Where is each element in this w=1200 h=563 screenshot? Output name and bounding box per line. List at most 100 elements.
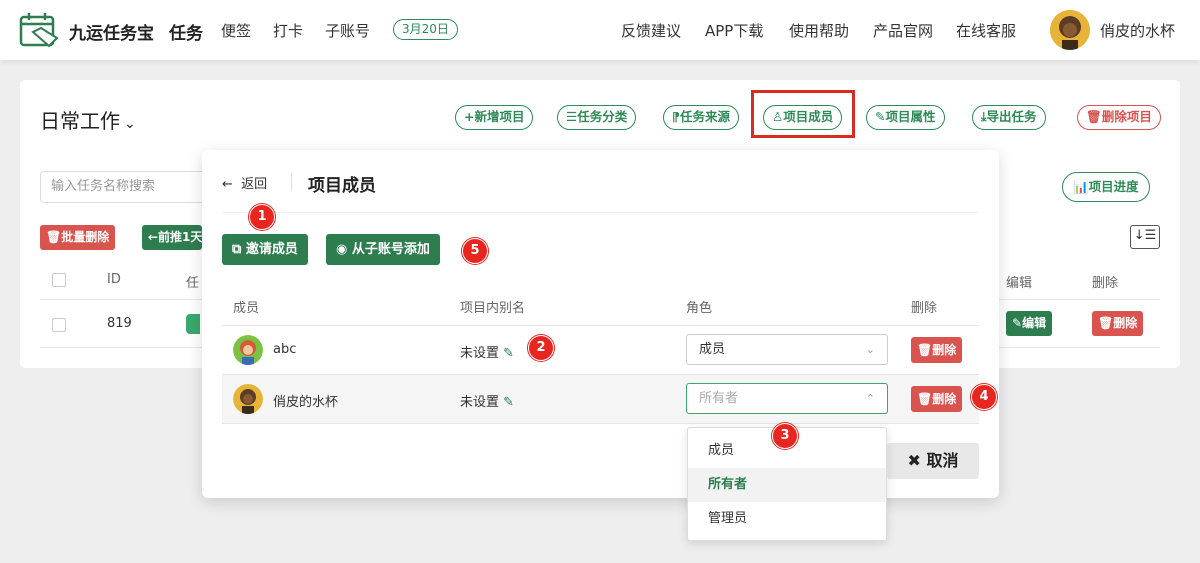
person-icon: ♙	[772, 109, 784, 124]
calendar-logo-icon[interactable]	[19, 12, 59, 48]
row-edit-label: 编辑	[1022, 316, 1047, 330]
back-label: 返回	[241, 177, 268, 192]
nav-app-download[interactable]: APP下载	[705, 20, 763, 41]
user-name[interactable]: 俏皮的水杯	[1100, 20, 1175, 41]
nav-task[interactable]: 任务	[169, 19, 203, 44]
edit-icon[interactable]: ✎	[503, 346, 514, 361]
trash-icon: 🗑	[46, 230, 62, 244]
th-task: 任	[186, 276, 200, 291]
share-icon: ⧉	[232, 242, 246, 257]
project-progress-label: 项目进度	[1088, 179, 1139, 194]
role-select-placeholder: 所有者	[699, 391, 739, 406]
nav-checkin[interactable]: 打卡	[273, 20, 303, 41]
edit-icon: ✎	[875, 109, 886, 124]
member-delete-label: 删除	[932, 392, 957, 406]
task-category-button[interactable]: ☰任务分类	[557, 105, 637, 130]
nav-feedback[interactable]: 反馈建议	[621, 20, 681, 41]
delete-project-label: 删除项目	[1101, 109, 1152, 124]
user-avatar[interactable]	[1050, 10, 1090, 50]
annotation-marker-2: 2	[528, 335, 554, 361]
back-link[interactable]: ← 返回	[222, 173, 267, 192]
close-icon: ✖	[907, 451, 927, 470]
new-project-button[interactable]: +新增项目	[455, 105, 534, 130]
cancel-button[interactable]: ✖ 取消	[887, 443, 979, 479]
trash-icon: 🗑	[917, 392, 933, 406]
add-from-subaccount-button[interactable]: ◉ 从子账号添加	[326, 234, 440, 265]
project-progress-button[interactable]: 📊项目进度	[1062, 172, 1150, 202]
task-source-button[interactable]: ⁋任务来源	[663, 105, 739, 130]
trash-icon: 🗑	[917, 343, 933, 357]
edit-icon[interactable]: ✎	[503, 395, 514, 410]
annotation-marker-1: 1	[249, 204, 275, 230]
th-id: ID	[107, 272, 121, 287]
table-divider	[222, 423, 979, 424]
role-select-open[interactable]: 所有者 ⌃	[686, 383, 888, 414]
role-select[interactable]: 成员 ⌄	[686, 334, 888, 365]
member-alias[interactable]: 未设置 ✎	[460, 391, 514, 410]
nav-official-site[interactable]: 产品官网	[873, 20, 933, 41]
table-divider	[222, 325, 979, 326]
top-nav-bar: 九运任务宝 任务 便签 打卡 子账号 3月20日 反馈建议 APP下载 使用帮助…	[0, 0, 1200, 60]
trash-icon: 🗑	[1086, 109, 1102, 124]
trash-icon: 🗑	[1098, 316, 1114, 330]
project-props-label: 项目属性	[885, 109, 936, 124]
row-checkbox[interactable]	[52, 318, 66, 332]
member-avatar	[233, 335, 263, 365]
dropdown-option-owner[interactable]: 所有者	[688, 468, 886, 502]
export-tasks-label: 导出任务	[986, 109, 1037, 124]
th-member: 成员	[233, 301, 260, 316]
member-delete-button[interactable]: 🗑删除	[911, 386, 963, 412]
nav-help[interactable]: 使用帮助	[789, 20, 849, 41]
bar-chart-icon: 📊	[1073, 179, 1089, 194]
table-divider	[222, 374, 979, 375]
edit-icon: ✎	[1012, 316, 1023, 330]
project-members-label: 项目成员	[783, 109, 834, 124]
project-members-button[interactable]: ♙项目成员	[763, 105, 843, 130]
nav-notes[interactable]: 便签	[221, 20, 251, 41]
brand-name[interactable]: 九运任务宝	[69, 19, 154, 44]
member-alias-value: 未设置	[460, 395, 500, 410]
divider	[291, 173, 292, 191]
divider	[222, 212, 979, 213]
member-delete-label: 删除	[932, 343, 957, 357]
th-role: 角色	[686, 301, 713, 316]
sort-icon[interactable]: ↓☰	[1130, 225, 1160, 249]
th-alias: 项目内别名	[460, 301, 526, 316]
chevron-up-icon: ⌃	[865, 392, 875, 405]
select-all-checkbox[interactable]	[52, 273, 66, 287]
export-tasks-button[interactable]: ⤓导出任务	[972, 105, 1046, 130]
invite-member-button[interactable]: ⧉ 邀请成员	[222, 234, 308, 265]
bulk-delete-label: 批量删除	[61, 230, 110, 244]
invite-member-label: 邀请成员	[245, 242, 298, 257]
date-badge[interactable]: 3月20日	[393, 19, 458, 40]
nav-subaccount[interactable]: 子账号	[325, 20, 370, 41]
annotation-marker-5: 5	[462, 238, 488, 264]
row-edit-button[interactable]: ✎编辑	[1006, 311, 1053, 336]
user-circle-icon: ◉	[336, 242, 352, 257]
member-name: 俏皮的水杯	[273, 395, 339, 410]
status-badge	[186, 314, 200, 334]
row-delete-button[interactable]: 🗑删除	[1092, 311, 1144, 336]
cancel-label: 取消	[926, 451, 959, 470]
delete-project-button[interactable]: 🗑删除项目	[1077, 105, 1161, 130]
th-delete: 删除	[1092, 276, 1119, 291]
dropdown-option-admin[interactable]: 管理员	[688, 502, 886, 536]
member-delete-button[interactable]: 🗑删除	[911, 337, 963, 363]
task-search-input[interactable]: 输入任务名称搜索	[40, 171, 216, 203]
th-edit: 编辑	[1006, 276, 1033, 291]
arrow-left-icon: ←	[222, 177, 242, 192]
chevron-down-icon: ⌄	[865, 343, 875, 356]
bulk-delete-button[interactable]: 🗑批量删除	[40, 225, 116, 250]
member-name: abc	[273, 342, 297, 357]
member-avatar	[233, 384, 263, 414]
member-alias[interactable]: 未设置 ✎	[460, 342, 514, 361]
th-delete: 删除	[911, 301, 938, 316]
row-delete-label: 删除	[1113, 316, 1138, 330]
nav-online-service[interactable]: 在线客服	[956, 20, 1016, 41]
project-props-button[interactable]: ✎项目属性	[866, 105, 945, 130]
project-title-dropdown[interactable]: 日常工作 ⌄	[40, 105, 136, 134]
project-title: 日常工作	[40, 109, 120, 133]
push-forward-button[interactable]: ←前推1天	[142, 225, 202, 250]
chevron-down-icon: ⌄	[124, 116, 136, 132]
member-alias-value: 未设置	[460, 346, 500, 361]
